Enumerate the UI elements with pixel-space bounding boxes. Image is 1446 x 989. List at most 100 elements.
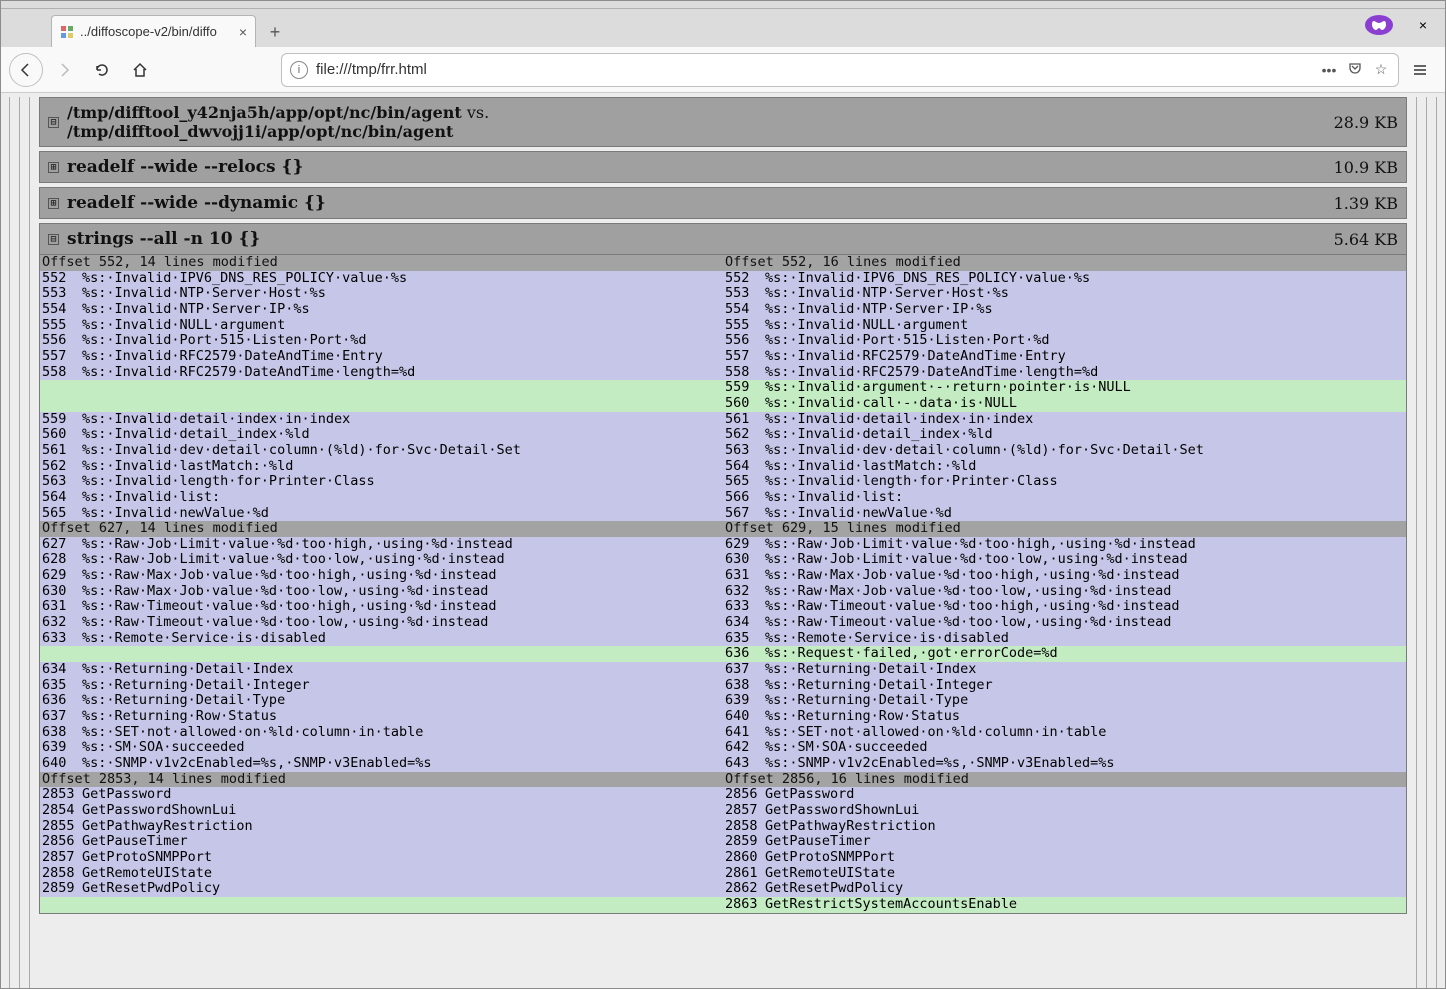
diff-line-left: 2853GetPassword <box>40 787 723 803</box>
diff-line-right: 556%s:·Invalid·Port·515·Listen·Port·%d <box>723 333 1406 349</box>
diff-line-right: 632%s:·Raw·Max·Job·value·%d·too·low,·usi… <box>723 584 1406 600</box>
tab-close-icon[interactable]: × <box>239 24 247 40</box>
diff-line-left: 635%s:·Returning·Detail·Integer <box>40 678 723 694</box>
window-controls: × <box>1365 15 1437 35</box>
home-button[interactable] <box>123 53 157 87</box>
tab-title: ../diffoscope-v2/bin/diffo <box>80 24 233 39</box>
diff-line-left: 637%s:·Returning·Row·Status <box>40 709 723 725</box>
diff-line-right: 2861GetRemoteUIState <box>723 866 1406 882</box>
diff-line-left: 562%s:·Invalid·lastMatch:·%ld <box>40 459 723 475</box>
diff-line-right: 2856GetPassword <box>723 787 1406 803</box>
hunk-header-right: Offset 629, 15 lines modified <box>723 521 1406 537</box>
browser-tab[interactable]: ../diffoscope-v2/bin/diffo × <box>51 15 256 47</box>
diff-line-left: 633%s:·Remote·Service·is·disabled <box>40 631 723 647</box>
diff-line-right: 630%s:·Raw·Job·Limit·value·%d·too·low,·u… <box>723 552 1406 568</box>
diff-line-left: 2854GetPasswordShownLui <box>40 803 723 819</box>
diff-line-right: 641%s:·SET·not·allowed·on·%ld·column·in·… <box>723 725 1406 741</box>
diff-line-right: 640%s:·Returning·Row·Status <box>723 709 1406 725</box>
page-content: ⊟ /tmp/difftool_y42nja5h/app/opt/nc/bin/… <box>1 93 1445 988</box>
window-titlebar <box>1 1 1445 9</box>
diff-line-left <box>40 380 723 396</box>
diff-line-left: 559%s:·Invalid·detail·index·in·index <box>40 412 723 428</box>
diff-line-left: 561%s:·Invalid·dev·detail·column·(%ld)·f… <box>40 443 723 459</box>
pocket-icon[interactable] <box>1346 61 1364 78</box>
diff-line-right: 557%s:·Invalid·RFC2579·DateAndTime·Entry <box>723 349 1406 365</box>
diff-section-size: 5.64 KB <box>1334 230 1398 249</box>
diff-line-left: 553%s:·Invalid·NTP·Server·Host·%s <box>40 286 723 302</box>
diff-line-left <box>40 646 723 662</box>
expand-icon[interactable]: ⊞ <box>48 198 59 209</box>
diff-line-left: 636%s:·Returning·Detail·Type <box>40 693 723 709</box>
diff-line-right: 2863GetRestrictSystemAccountsEnable <box>723 897 1406 913</box>
diff-line-right: 633%s:·Raw·Timeout·value·%d·too·high,·us… <box>723 599 1406 615</box>
diff-line-left: 558%s:·Invalid·RFC2579·DateAndTime·lengt… <box>40 365 723 381</box>
diff-line-left: 2855GetPathwayRestriction <box>40 819 723 835</box>
bookmark-star-icon[interactable]: ☆ <box>1372 61 1390 78</box>
diff-line-left: 638%s:·SET·not·allowed·on·%ld·column·in·… <box>40 725 723 741</box>
diff-line-right: 565%s:·Invalid·length·for·Printer·Class <box>723 474 1406 490</box>
site-info-icon[interactable]: i <box>290 61 308 79</box>
diff-section-title: strings --all -n 10 {} <box>67 229 1326 249</box>
diff-sections: ⊞ readelf --wide --relocs {} 10.9 KB ⊞reade… <box>39 151 1407 914</box>
reload-button[interactable] <box>85 53 119 87</box>
diff-line-left: 554%s:·Invalid·NTP·Server·IP·%s <box>40 302 723 318</box>
diff-line-left: 639%s:·SM·SOA·succeeded <box>40 740 723 756</box>
tab-strip: ../diffoscope-v2/bin/diffo × + <box>1 9 1445 47</box>
window-close-icon[interactable]: × <box>1409 17 1437 33</box>
hunk-header-left: Offset 552, 14 lines modified <box>40 255 723 271</box>
diff-line-right: 555%s:·Invalid·NULL·argument <box>723 318 1406 334</box>
expand-icon[interactable]: ⊞ <box>48 162 59 173</box>
diff-line-left: 552%s:·Invalid·IPV6_DNS_RES_POLICY·value… <box>40 271 723 287</box>
private-browsing-icon <box>1365 15 1393 35</box>
diff-line-right: 560%s:·Invalid·call·-·data·is·NULL <box>723 396 1406 412</box>
url-bar[interactable]: i file:///tmp/frr.html ••• ☆ <box>281 53 1399 87</box>
diff-line-right: 636%s:·Request·failed,·got·errorCode=%d <box>723 646 1406 662</box>
diff-line-left: 630%s:·Raw·Max·Job·value·%d·too·low,·usi… <box>40 584 723 600</box>
diff-section-header[interactable]: ⊞ readelf --wide --relocs {} 10.9 KB <box>39 151 1407 183</box>
diff-line-left: 2857GetProtoSNMPPort <box>40 850 723 866</box>
diff-line-right: 631%s:·Raw·Max·Job·value·%d·too·high,·us… <box>723 568 1406 584</box>
diff-line-right: 2858GetPathwayRestriction <box>723 819 1406 835</box>
diff-line-right: 561%s:·Invalid·detail·index·in·index <box>723 412 1406 428</box>
diff-line-left: 634%s:·Returning·Detail·Index <box>40 662 723 678</box>
new-tab-button[interactable]: + <box>260 17 290 47</box>
diff-line-right: 554%s:·Invalid·NTP·Server·IP·%s <box>723 302 1406 318</box>
page-actions-icon[interactable]: ••• <box>1320 62 1338 78</box>
diff-section-size: 10.9 KB <box>1334 158 1398 177</box>
diff-file-header[interactable]: ⊟ /tmp/difftool_y42nja5h/app/opt/nc/bin/… <box>39 97 1407 147</box>
diff-line-left: 563%s:·Invalid·length·for·Printer·Class <box>40 474 723 490</box>
diff-line-right: 566%s:·Invalid·list: <box>723 490 1406 506</box>
collapse-icon[interactable]: ⊟ <box>48 234 59 245</box>
diff-line-right: 567%s:·Invalid·newValue·%d <box>723 506 1406 522</box>
diff-section-title: readelf --wide --relocs {} <box>67 157 1326 177</box>
diff-section-header[interactable]: ⊟ strings --all -n 10 {} 5.64 KB <box>39 223 1407 255</box>
diff-line-right: 2862GetResetPwdPolicy <box>723 881 1406 897</box>
diff-line-left: 555%s:·Invalid·NULL·argument <box>40 318 723 334</box>
diff-line-right: 552%s:·Invalid·IPV6_DNS_RES_POLICY·value… <box>723 271 1406 287</box>
browser-window: ../diffoscope-v2/bin/diffo × + × i file:… <box>0 0 1446 989</box>
diff-line-right: 563%s:·Invalid·dev·detail·column·(%ld)·f… <box>723 443 1406 459</box>
diff-line-left: 640%s:·SNMP·v1v2cEnabled=%s,·SNMP·v3Enab… <box>40 756 723 772</box>
diff-line-left: 628%s:·Raw·Job·Limit·value·%d·too·low,·u… <box>40 552 723 568</box>
url-text: file:///tmp/frr.html <box>316 61 1312 78</box>
diff-line-right: 639%s:·Returning·Detail·Type <box>723 693 1406 709</box>
collapse-icon[interactable]: ⊟ <box>48 117 59 128</box>
diff-file-title: /tmp/difftool_y42nja5h/app/opt/nc/bin/ag… <box>67 103 1326 141</box>
diff-line-left: 560%s:·Invalid·detail_index·%ld <box>40 427 723 443</box>
tab-favicon-icon <box>60 25 74 39</box>
diff-section-header[interactable]: ⊞readelf --wide --dynamic {}1.39 KB <box>39 187 1407 219</box>
diff-line-left: 557%s:·Invalid·RFC2579·DateAndTime·Entry <box>40 349 723 365</box>
diff-line-right: 638%s:·Returning·Detail·Integer <box>723 678 1406 694</box>
diff-line-right: 643%s:·SNMP·v1v2cEnabled=%s,·SNMP·v3Enab… <box>723 756 1406 772</box>
diff-line-left: 565%s:·Invalid·newValue·%d <box>40 506 723 522</box>
nav-back-button[interactable] <box>9 53 43 87</box>
diff-line-right: 558%s:·Invalid·RFC2579·DateAndTime·lengt… <box>723 365 1406 381</box>
diff-line-right: 634%s:·Raw·Timeout·value·%d·too·low,·usi… <box>723 615 1406 631</box>
nav-forward-button[interactable] <box>47 53 81 87</box>
browser-toolbar: i file:///tmp/frr.html ••• ☆ <box>1 47 1445 93</box>
diff-line-right: 2860GetProtoSNMPPort <box>723 850 1406 866</box>
hamburger-menu-button[interactable] <box>1403 62 1437 78</box>
diff-line-left: 632%s:·Raw·Timeout·value·%d·too·low,·usi… <box>40 615 723 631</box>
diff-line-left: 627%s:·Raw·Job·Limit·value·%d·too·high,·… <box>40 537 723 553</box>
diff-line-left: 556%s:·Invalid·Port·515·Listen·Port·%d <box>40 333 723 349</box>
